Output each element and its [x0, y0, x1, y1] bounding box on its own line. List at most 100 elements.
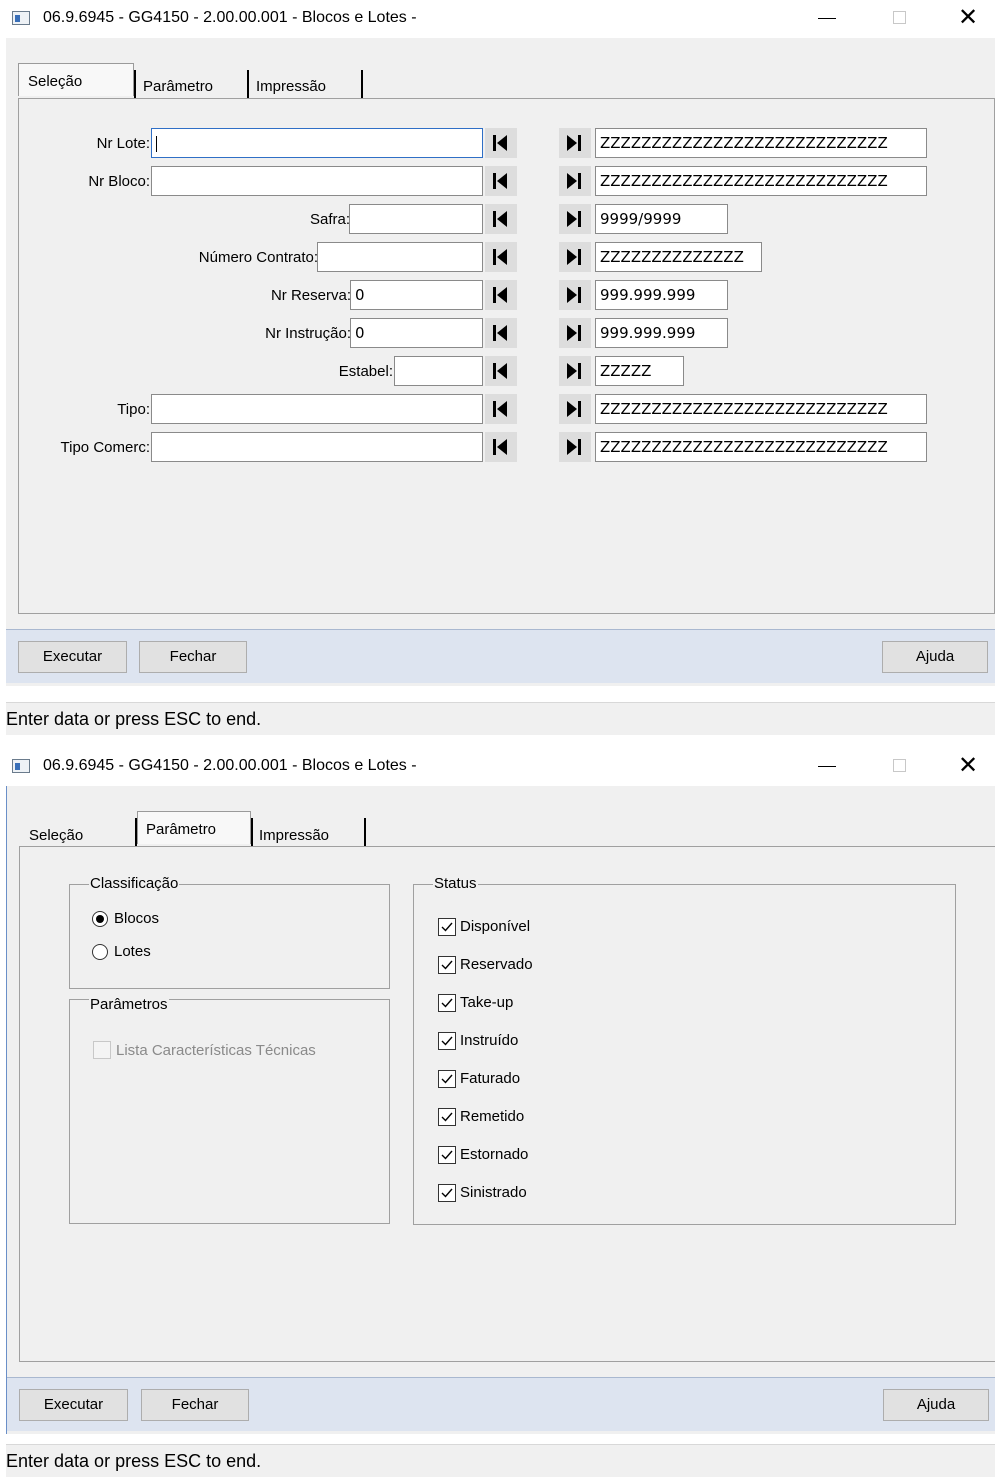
estabel-first-button[interactable]	[485, 356, 517, 386]
checkmark-icon	[441, 1188, 453, 1198]
checkmark-icon	[441, 1036, 453, 1046]
tipo-comerc-first-button[interactable]	[485, 432, 517, 462]
lotes-label[interactable]: Lotes	[114, 943, 151, 960]
numero-contrato-first-button[interactable]	[485, 242, 517, 272]
parametros-title: Parâmetros	[89, 996, 169, 1013]
estornado-checkbox[interactable]	[438, 1146, 456, 1164]
executar-button[interactable]: Executar	[19, 1389, 128, 1421]
tab-label: Impressão	[259, 827, 330, 844]
skip-to-first-icon	[493, 439, 507, 455]
remetido-label[interactable]: Remetido	[460, 1108, 524, 1125]
nr-lote-to-input[interactable]: ZZZZZZZZZZZZZZZZZZZZZZZZZZZZ	[595, 128, 927, 158]
close-icon[interactable]: ✕	[958, 752, 978, 780]
client-area: Seleção Parâmetro Impressão Nr Lote: ZZZ…	[6, 38, 995, 686]
skip-to-last-icon	[567, 249, 581, 265]
estabel-to-input[interactable]: ZZZZZ	[595, 356, 684, 386]
tipo-comerc-last-button[interactable]	[559, 432, 591, 462]
tipo-first-button[interactable]	[485, 394, 517, 424]
nr-instrucao-last-button[interactable]	[559, 318, 591, 348]
lotes-radio[interactable]	[92, 944, 108, 960]
instruido-checkbox[interactable]	[438, 1032, 456, 1050]
tab-parametro[interactable]: Parâmetro	[137, 811, 251, 844]
disponivel-label[interactable]: Disponível	[460, 918, 530, 935]
text-caret	[156, 136, 157, 152]
faturado-label[interactable]: Faturado	[460, 1070, 520, 1087]
nr-instrucao-from-input[interactable]: 0	[350, 318, 483, 348]
ajuda-button[interactable]: Ajuda	[882, 641, 988, 673]
skip-to-first-icon	[493, 173, 507, 189]
take-up-checkbox[interactable]	[438, 994, 456, 1012]
estabel-last-button[interactable]	[559, 356, 591, 386]
nr-instrucao-to-input[interactable]: 999.999.999	[595, 318, 728, 348]
skip-to-first-icon	[493, 135, 507, 151]
numero-contrato-label: Número Contrato:	[198, 249, 318, 266]
sinistrado-checkbox[interactable]	[438, 1184, 456, 1202]
nr-bloco-to-input[interactable]: ZZZZZZZZZZZZZZZZZZZZZZZZZZZZ	[595, 166, 927, 196]
nr-lote-from-input[interactable]	[151, 128, 483, 158]
skip-to-last-icon	[567, 439, 581, 455]
skip-to-first-icon	[493, 401, 507, 417]
nr-reserva-to-input[interactable]: 999.999.999	[595, 280, 728, 310]
estornado-label[interactable]: Estornado	[460, 1146, 528, 1163]
tipo-label: Tipo:	[117, 401, 150, 418]
reservado-label[interactable]: Reservado	[460, 956, 533, 973]
numero-contrato-last-button[interactable]	[559, 242, 591, 272]
safra-from-input[interactable]	[349, 204, 483, 234]
executar-button[interactable]: Executar	[18, 641, 127, 673]
estabel-label: Estabel:	[338, 363, 393, 380]
tipo-from-input[interactable]	[151, 394, 483, 424]
blocos-radio[interactable]	[92, 911, 108, 927]
checkmark-icon	[441, 1112, 453, 1122]
nr-reserva-last-button[interactable]	[559, 280, 591, 310]
nr-bloco-first-button[interactable]	[485, 166, 517, 196]
sinistrado-label[interactable]: Sinistrado	[460, 1184, 527, 1201]
blocos-label[interactable]: Blocos	[114, 910, 159, 927]
reservado-checkbox[interactable]	[438, 956, 456, 974]
status-bar: Enter data or press ESC to end.	[6, 1444, 995, 1477]
lista-caracteristicas-checkbox[interactable]	[93, 1041, 111, 1059]
disponivel-checkbox[interactable]	[438, 918, 456, 936]
tab-selecao[interactable]: Seleção	[18, 63, 134, 96]
tipo-to-input[interactable]: ZZZZZZZZZZZZZZZZZZZZZZZZZZZZ	[595, 394, 927, 424]
maximize-icon[interactable]	[893, 759, 906, 772]
nr-instrucao-first-button[interactable]	[485, 318, 517, 348]
nr-reserva-from-input[interactable]: 0	[350, 280, 483, 310]
safra-first-button[interactable]	[485, 204, 517, 234]
fechar-button[interactable]: Fechar	[141, 1389, 249, 1421]
nr-bloco-from-input[interactable]	[151, 166, 483, 196]
safra-last-button[interactable]	[559, 204, 591, 234]
status-text: Enter data or press ESC to end.	[6, 709, 262, 729]
tab-parametro[interactable]: Parâmetro	[136, 72, 248, 99]
minimize-icon[interactable]	[818, 766, 836, 767]
ajuda-button[interactable]: Ajuda	[883, 1389, 989, 1421]
app-icon	[12, 759, 30, 773]
tipo-comerc-from-input[interactable]	[151, 432, 483, 462]
tab-label: Impressão	[256, 78, 327, 95]
maximize-icon[interactable]	[893, 11, 906, 24]
tab-impressao[interactable]: Impressão	[253, 820, 365, 847]
tipo-comerc-to-input[interactable]: ZZZZZZZZZZZZZZZZZZZZZZZZZZZZ	[595, 432, 927, 462]
nr-instrucao-label: Nr Instrução:	[265, 325, 351, 342]
instruido-label[interactable]: Instruído	[460, 1032, 518, 1049]
nr-reserva-label: Nr Reserva:	[270, 287, 351, 304]
close-icon[interactable]: ✕	[958, 4, 978, 32]
fechar-button[interactable]: Fechar	[139, 641, 247, 673]
nr-reserva-first-button[interactable]	[485, 280, 517, 310]
parametro-panel: Classificação Blocos Lotes Parâmetros Li…	[19, 846, 995, 1362]
tipo-comerc-label: Tipo Comerc:	[60, 439, 150, 456]
safra-to-input[interactable]: 9999/9999	[595, 204, 728, 234]
minimize-icon[interactable]	[818, 18, 836, 19]
nr-lote-last-button[interactable]	[559, 128, 591, 158]
numero-contrato-from-input[interactable]	[317, 242, 483, 272]
estabel-from-input[interactable]	[394, 356, 483, 386]
take-up-label[interactable]: Take-up	[460, 994, 513, 1011]
numero-contrato-to-input[interactable]: ZZZZZZZZZZZZZZ	[595, 242, 762, 272]
tab-selecao[interactable]: Seleção	[19, 820, 135, 847]
faturado-checkbox[interactable]	[438, 1070, 456, 1088]
status-text: Enter data or press ESC to end.	[6, 1451, 262, 1471]
tab-impressao[interactable]: Impressão	[249, 72, 361, 99]
tipo-last-button[interactable]	[559, 394, 591, 424]
remetido-checkbox[interactable]	[438, 1108, 456, 1126]
nr-lote-first-button[interactable]	[485, 128, 517, 158]
nr-bloco-last-button[interactable]	[559, 166, 591, 196]
